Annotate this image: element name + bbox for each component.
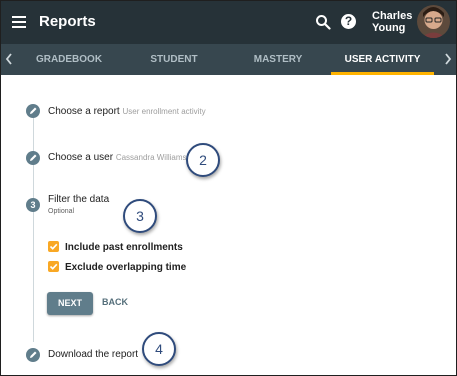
user-name[interactable]: Charles Young	[372, 10, 412, 34]
step-choose-user[interactable]: Choose a user Cassandra Williams	[48, 152, 187, 163]
tab-bar: GRADEBOOK STUDENT MASTERY USER ACTIVITY	[1, 44, 456, 75]
checkbox-exclude-overlap[interactable]: Exclude overlapping time	[48, 261, 187, 274]
back-button[interactable]: BACK	[102, 297, 128, 307]
menu-icon[interactable]	[12, 16, 26, 28]
search-icon[interactable]	[315, 14, 331, 30]
user-first-name: Charles	[372, 10, 413, 22]
callout-badge: 2	[186, 143, 220, 177]
step-choose-report[interactable]: Choose a report User enrollment activity	[48, 106, 206, 117]
user-last-name: Young	[372, 22, 406, 34]
checkbox-checked-icon[interactable]	[48, 241, 59, 252]
checkbox-include-past[interactable]: Include past enrollments	[48, 241, 183, 254]
step-filter-title: Filter the data	[48, 194, 110, 205]
app-frame: Reports ? Charles Young GRADEBOOK STUDEN…	[0, 0, 457, 376]
tab-student[interactable]: STUDENT	[125, 44, 223, 75]
pencil-icon	[26, 348, 40, 362]
step-value: User enrollment activity	[122, 107, 206, 116]
pencil-icon	[26, 151, 40, 165]
step-optional-label: Optional	[48, 208, 75, 215]
checkbox-checked-icon[interactable]	[48, 261, 59, 272]
avatar[interactable]	[417, 5, 450, 38]
help-icon[interactable]: ?	[341, 14, 356, 29]
tab-gradebook[interactable]: GRADEBOOK	[23, 44, 115, 75]
next-button[interactable]: NEXT	[47, 292, 93, 315]
chevron-right-icon[interactable]	[443, 52, 453, 66]
chevron-left-icon[interactable]	[4, 52, 14, 66]
tab-user-activity[interactable]: USER ACTIVITY	[331, 44, 434, 75]
step-download-report[interactable]: Download the report	[48, 349, 138, 360]
pencil-icon	[26, 104, 40, 118]
step-value: Cassandra Williams	[115, 153, 187, 162]
checkbox-label: Exclude overlapping time	[65, 262, 187, 274]
checkbox-label: Include past enrollments	[65, 242, 183, 254]
tab-mastery[interactable]: MASTERY	[229, 44, 327, 75]
app-header: Reports ? Charles Young	[1, 1, 456, 44]
callout-badge: 4	[142, 332, 176, 366]
page-title: Reports	[39, 13, 96, 30]
step-title: Choose a report	[48, 106, 120, 117]
step-title: Choose a user	[48, 152, 114, 163]
step-number-badge: 3	[26, 198, 40, 212]
callout-badge: 3	[123, 199, 157, 233]
